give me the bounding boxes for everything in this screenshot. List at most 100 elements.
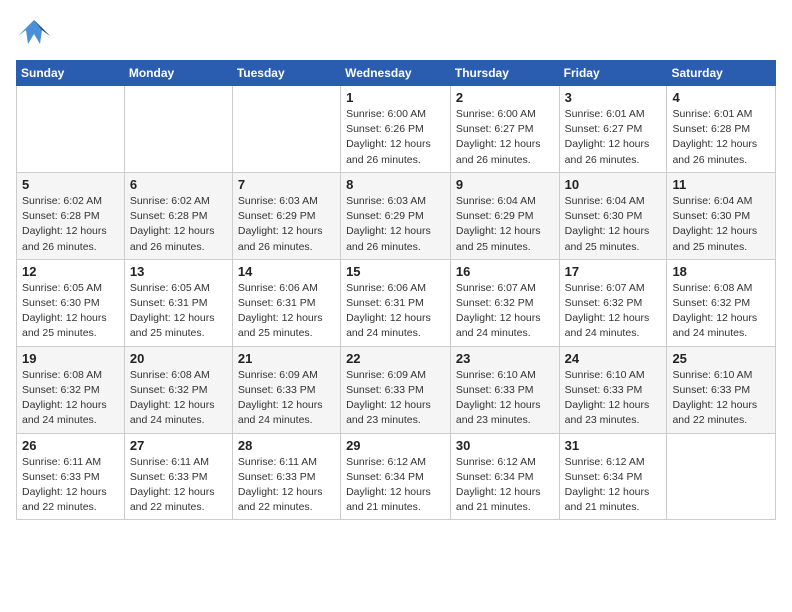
day-info: Sunrise: 6:08 AM Sunset: 6:32 PM Dayligh… — [672, 281, 770, 342]
day-info: Sunrise: 6:03 AM Sunset: 6:29 PM Dayligh… — [238, 194, 335, 255]
day-number: 15 — [346, 264, 445, 279]
calendar-cell — [124, 86, 232, 173]
day-number: 12 — [22, 264, 119, 279]
day-number: 19 — [22, 351, 119, 366]
logo — [16, 16, 56, 52]
calendar-cell: 5 Sunrise: 6:02 AM Sunset: 6:28 PM Daylig… — [17, 172, 125, 259]
calendar-cell: 28Sunrise: 6:11 AM Sunset: 6:33 PM Dayli… — [232, 433, 340, 520]
calendar-week-row: 5 Sunrise: 6:02 AM Sunset: 6:28 PM Daylig… — [17, 172, 776, 259]
day-info: Sunrise: 6:10 AM Sunset: 6:33 PM Dayligh… — [672, 368, 770, 429]
day-number: 21 — [238, 351, 335, 366]
day-info: Sunrise: 6:09 AM Sunset: 6:33 PM Dayligh… — [346, 368, 445, 429]
calendar-cell: 18 Sunrise: 6:08 AM Sunset: 6:32 PM Dayli… — [667, 259, 776, 346]
day-header-saturday: Saturday — [667, 61, 776, 86]
day-info: Sunrise: 6:02 AM Sunset: 6:28 PM Dayligh… — [130, 194, 227, 255]
calendar-cell — [17, 86, 125, 173]
day-info: Sunrise: 6:09 AM Sunset: 6:33 PM Dayligh… — [238, 368, 335, 429]
day-number: 26 — [22, 438, 119, 453]
calendar-cell: 20 Sunrise: 6:08 AM Sunset: 6:32 PM Dayli… — [124, 346, 232, 433]
day-info: Sunrise: 6:11 AM Sunset: 6:33 PM Dayligh… — [238, 455, 335, 516]
day-info: Sunrise: 6:11 AM Sunset: 6:33 PM Dayligh… — [130, 455, 227, 516]
day-number: 9 — [456, 177, 554, 192]
day-number: 30 — [456, 438, 554, 453]
day-number: 17 — [565, 264, 662, 279]
day-number: 25 — [672, 351, 770, 366]
day-header-friday: Friday — [559, 61, 667, 86]
calendar-cell: 22 Sunrise: 6:09 AM Sunset: 6:33 PM Dayli… — [341, 346, 451, 433]
day-info: Sunrise: 6:08 AM Sunset: 6:32 PM Dayligh… — [130, 368, 227, 429]
calendar-cell: 11Sunrise: 6:04 AM Sunset: 6:30 PM Dayli… — [667, 172, 776, 259]
day-number: 24 — [565, 351, 662, 366]
day-info: Sunrise: 6:01 AM Sunset: 6:27 PM Dayligh… — [565, 107, 662, 168]
calendar-cell: 7 Sunrise: 6:03 AM Sunset: 6:29 PM Daylig… — [232, 172, 340, 259]
day-info: Sunrise: 6:04 AM Sunset: 6:29 PM Dayligh… — [456, 194, 554, 255]
day-number: 18 — [672, 264, 770, 279]
day-header-thursday: Thursday — [450, 61, 559, 86]
day-number: 7 — [238, 177, 335, 192]
day-header-wednesday: Wednesday — [341, 61, 451, 86]
calendar-cell: 26Sunrise: 6:11 AM Sunset: 6:33 PM Dayli… — [17, 433, 125, 520]
day-info: Sunrise: 6:04 AM Sunset: 6:30 PM Dayligh… — [565, 194, 662, 255]
day-number: 6 — [130, 177, 227, 192]
calendar-cell: 1 Sunrise: 6:00 AM Sunset: 6:26 PM Daylig… — [341, 86, 451, 173]
calendar-table: SundayMondayTuesdayWednesdayThursdayFrid… — [16, 60, 776, 520]
calendar-cell — [232, 86, 340, 173]
day-number: 1 — [346, 90, 445, 105]
logo-icon — [16, 16, 52, 52]
day-number: 20 — [130, 351, 227, 366]
page-header — [16, 16, 776, 52]
calendar-cell: 12 Sunrise: 6:05 AM Sunset: 6:30 PM Dayli… — [17, 259, 125, 346]
day-number: 27 — [130, 438, 227, 453]
day-info: Sunrise: 6:10 AM Sunset: 6:33 PM Dayligh… — [456, 368, 554, 429]
calendar-cell: 19 Sunrise: 6:08 AM Sunset: 6:32 PM Dayli… — [17, 346, 125, 433]
calendar-cell: 3 Sunrise: 6:01 AM Sunset: 6:27 PM Daylig… — [559, 86, 667, 173]
day-number: 31 — [565, 438, 662, 453]
calendar-header-row: SundayMondayTuesdayWednesdayThursdayFrid… — [17, 61, 776, 86]
day-info: Sunrise: 6:00 AM Sunset: 6:27 PM Dayligh… — [456, 107, 554, 168]
day-number: 3 — [565, 90, 662, 105]
calendar-week-row: 1 Sunrise: 6:00 AM Sunset: 6:26 PM Daylig… — [17, 86, 776, 173]
calendar-cell: 24 Sunrise: 6:10 AM Sunset: 6:33 PM Dayli… — [559, 346, 667, 433]
day-info: Sunrise: 6:12 AM Sunset: 6:34 PM Dayligh… — [456, 455, 554, 516]
calendar-cell: 21 Sunrise: 6:09 AM Sunset: 6:33 PM Dayli… — [232, 346, 340, 433]
day-info: Sunrise: 6:12 AM Sunset: 6:34 PM Dayligh… — [565, 455, 662, 516]
calendar-cell: 14 Sunrise: 6:06 AM Sunset: 6:31 PM Dayli… — [232, 259, 340, 346]
day-info: Sunrise: 6:05 AM Sunset: 6:31 PM Dayligh… — [130, 281, 227, 342]
day-number: 8 — [346, 177, 445, 192]
calendar-cell: 15Sunrise: 6:06 AM Sunset: 6:31 PM Dayli… — [341, 259, 451, 346]
calendar-cell: 31 Sunrise: 6:12 AM Sunset: 6:34 PM Dayli… — [559, 433, 667, 520]
day-number: 11 — [672, 177, 770, 192]
calendar-cell: 13 Sunrise: 6:05 AM Sunset: 6:31 PM Dayli… — [124, 259, 232, 346]
day-info: Sunrise: 6:02 AM Sunset: 6:28 PM Dayligh… — [22, 194, 119, 255]
day-number: 5 — [22, 177, 119, 192]
day-number: 2 — [456, 90, 554, 105]
day-number: 23 — [456, 351, 554, 366]
day-info: Sunrise: 6:01 AM Sunset: 6:28 PM Dayligh… — [672, 107, 770, 168]
calendar-cell: 25 Sunrise: 6:10 AM Sunset: 6:33 PM Dayli… — [667, 346, 776, 433]
day-header-tuesday: Tuesday — [232, 61, 340, 86]
day-number: 13 — [130, 264, 227, 279]
day-info: Sunrise: 6:05 AM Sunset: 6:30 PM Dayligh… — [22, 281, 119, 342]
day-info: Sunrise: 6:08 AM Sunset: 6:32 PM Dayligh… — [22, 368, 119, 429]
calendar-cell — [667, 433, 776, 520]
day-number: 4 — [672, 90, 770, 105]
day-number: 22 — [346, 351, 445, 366]
calendar-cell: 10Sunrise: 6:04 AM Sunset: 6:30 PM Dayli… — [559, 172, 667, 259]
day-info: Sunrise: 6:07 AM Sunset: 6:32 PM Dayligh… — [565, 281, 662, 342]
calendar-cell: 6 Sunrise: 6:02 AM Sunset: 6:28 PM Daylig… — [124, 172, 232, 259]
calendar-week-row: 12 Sunrise: 6:05 AM Sunset: 6:30 PM Dayli… — [17, 259, 776, 346]
day-number: 29 — [346, 438, 445, 453]
calendar-cell: 16Sunrise: 6:07 AM Sunset: 6:32 PM Dayli… — [450, 259, 559, 346]
day-info: Sunrise: 6:12 AM Sunset: 6:34 PM Dayligh… — [346, 455, 445, 516]
day-info: Sunrise: 6:10 AM Sunset: 6:33 PM Dayligh… — [565, 368, 662, 429]
calendar-cell: 4 Sunrise: 6:01 AM Sunset: 6:28 PM Daylig… — [667, 86, 776, 173]
calendar-cell: 9 Sunrise: 6:04 AM Sunset: 6:29 PM Daylig… — [450, 172, 559, 259]
day-number: 16 — [456, 264, 554, 279]
calendar-week-row: 26 Sunrise: 6:11 AM Sunset: 6:33 PM Dayli… — [17, 433, 776, 520]
calendar-cell: 30 Sunrise: 6:12 AM Sunset: 6:34 PM Dayli… — [450, 433, 559, 520]
day-info: Sunrise: 6:06 AM Sunset: 6:31 PM Dayligh… — [238, 281, 335, 342]
day-info: Sunrise: 6:00 AM Sunset: 6:26 PM Dayligh… — [346, 107, 445, 168]
calendar-cell: 8Sunrise: 6:03 AM Sunset: 6:29 PM Daylig… — [341, 172, 451, 259]
day-header-monday: Monday — [124, 61, 232, 86]
day-number: 14 — [238, 264, 335, 279]
